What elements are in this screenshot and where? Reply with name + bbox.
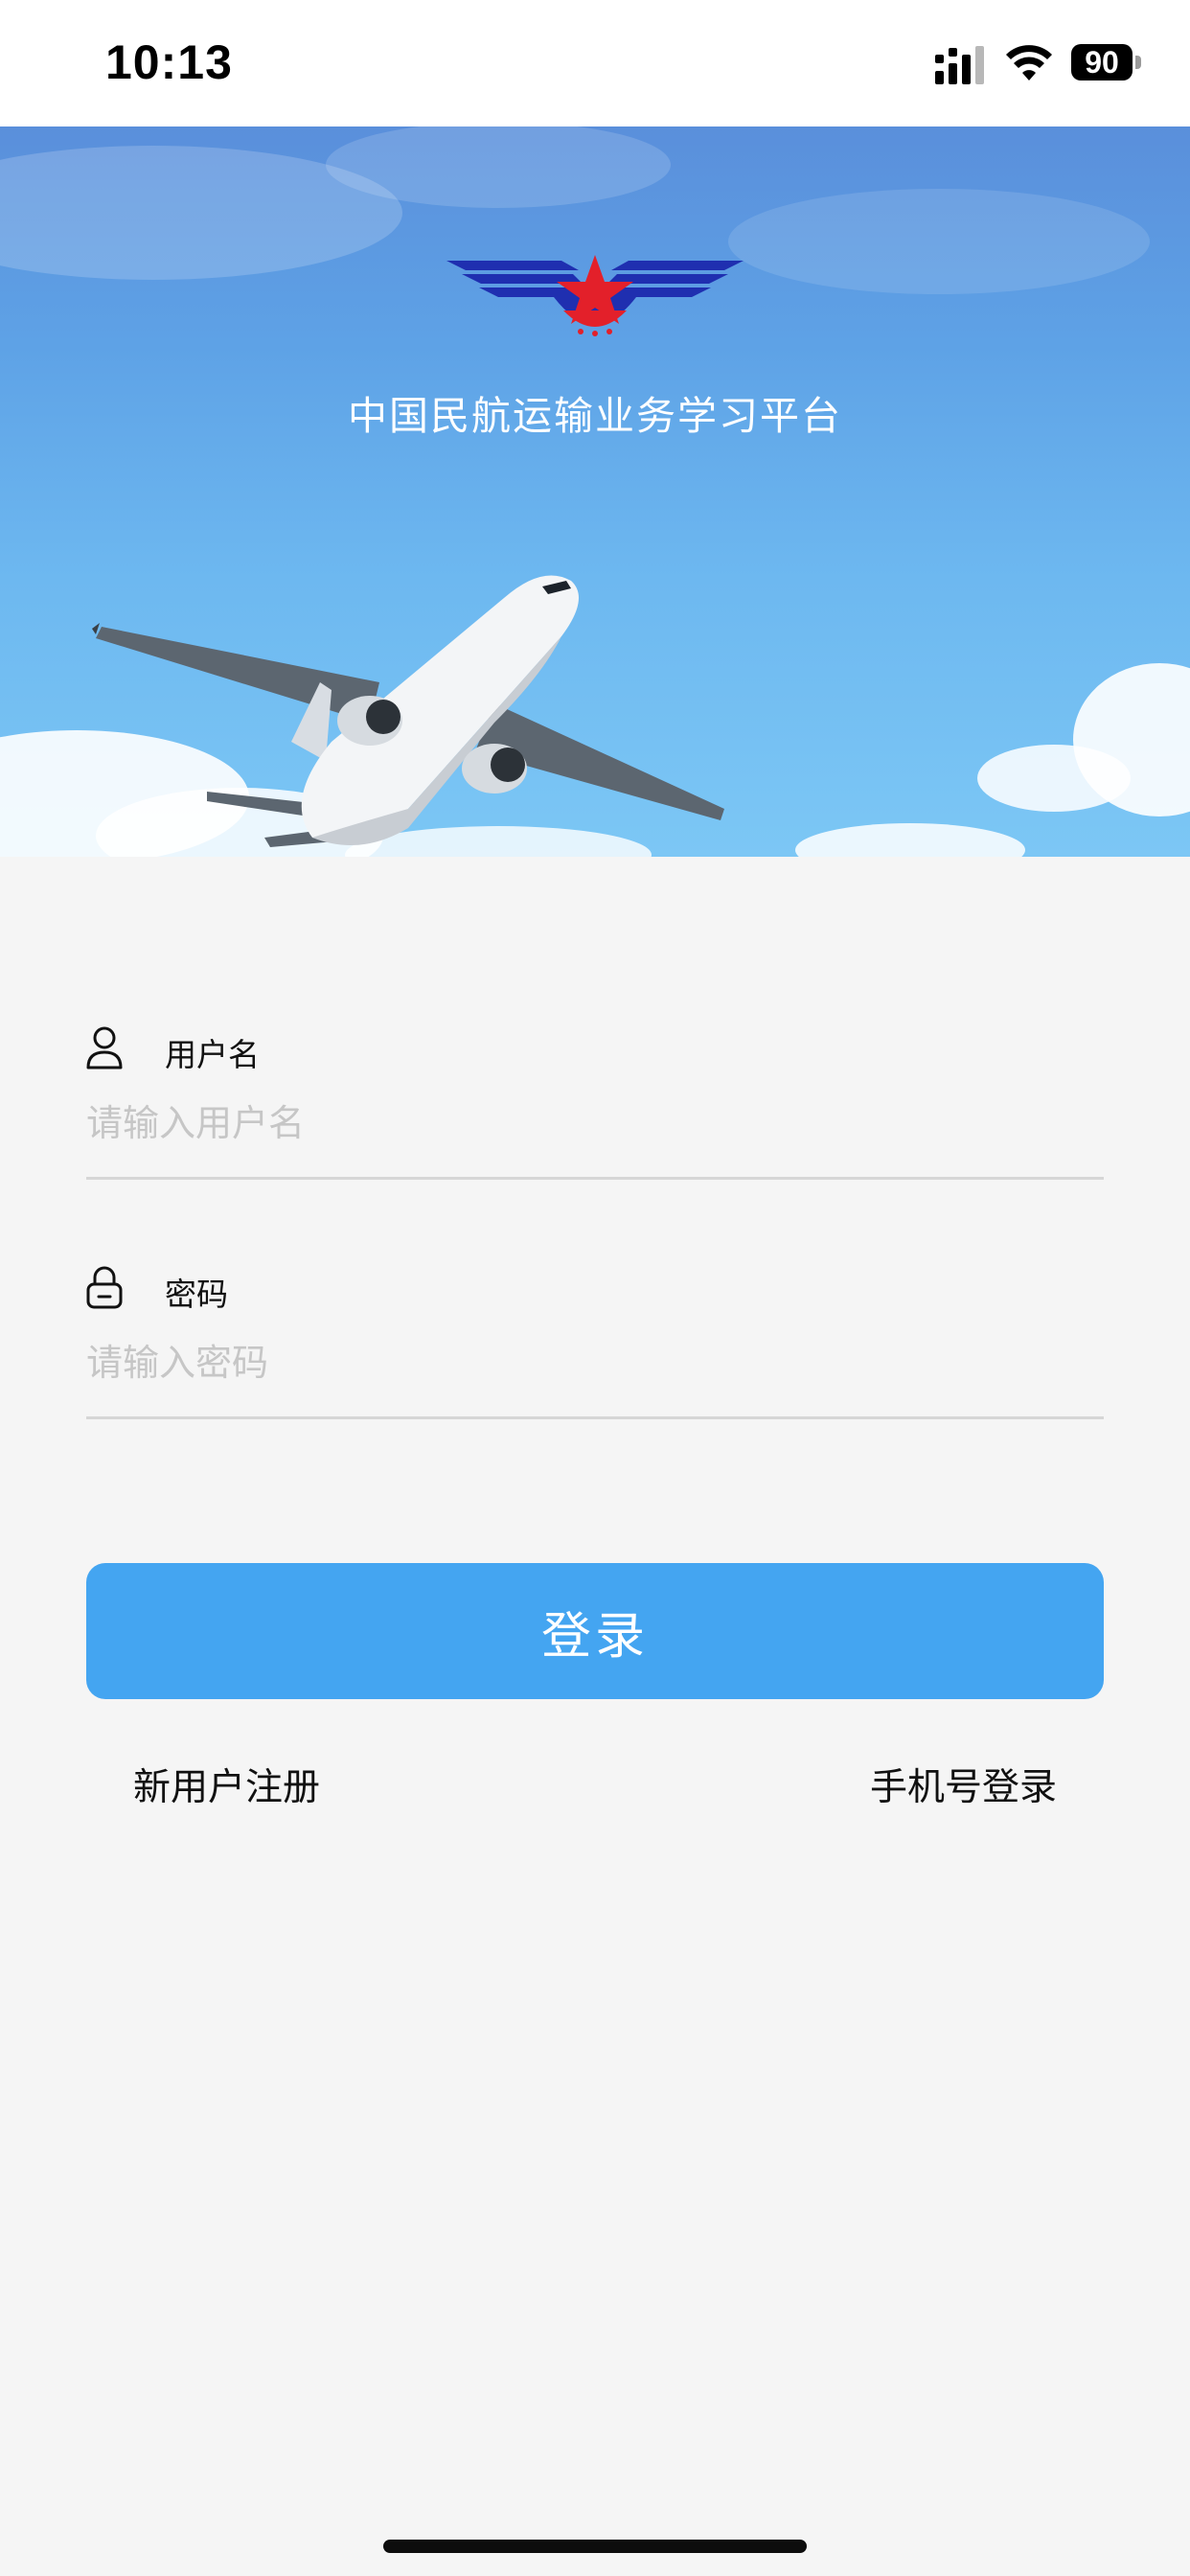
battery-icon: 90	[1071, 42, 1144, 82]
status-time: 10:13	[105, 35, 233, 89]
wifi-icon	[1006, 45, 1052, 80]
username-underline	[86, 1177, 1104, 1180]
login-button[interactable]: 登录	[86, 1563, 1104, 1699]
home-indicator[interactable]	[383, 2540, 807, 2553]
password-label: 密码	[165, 1276, 228, 1313]
username-input[interactable]	[86, 1092, 1104, 1154]
password-underline	[86, 1416, 1104, 1419]
airplane-image	[92, 575, 724, 847]
phone-login-link[interactable]: 手机号登录	[870, 1758, 1057, 1811]
user-icon	[86, 1026, 123, 1070]
password-input[interactable]	[86, 1332, 1104, 1393]
username-field: 用户名	[86, 997, 1104, 1236]
register-link[interactable]: 新用户注册	[133, 1758, 320, 1811]
password-field: 密码	[86, 1236, 1104, 1476]
hero-banner: 中国民航运输业务学习平台	[0, 126, 1190, 857]
status-bar: 10:13 90	[0, 0, 1190, 126]
civil-aviation-logo	[446, 255, 744, 336]
battery-tip	[1135, 56, 1141, 69]
battery-level: 90	[1085, 45, 1119, 80]
signal-icon	[935, 46, 984, 84]
login-form: 用户名 密码	[86, 997, 1104, 1476]
app-title: 中国民航运输业务学习平台	[348, 393, 842, 439]
username-label: 用户名	[165, 1036, 260, 1073]
lock-icon	[86, 1266, 123, 1309]
